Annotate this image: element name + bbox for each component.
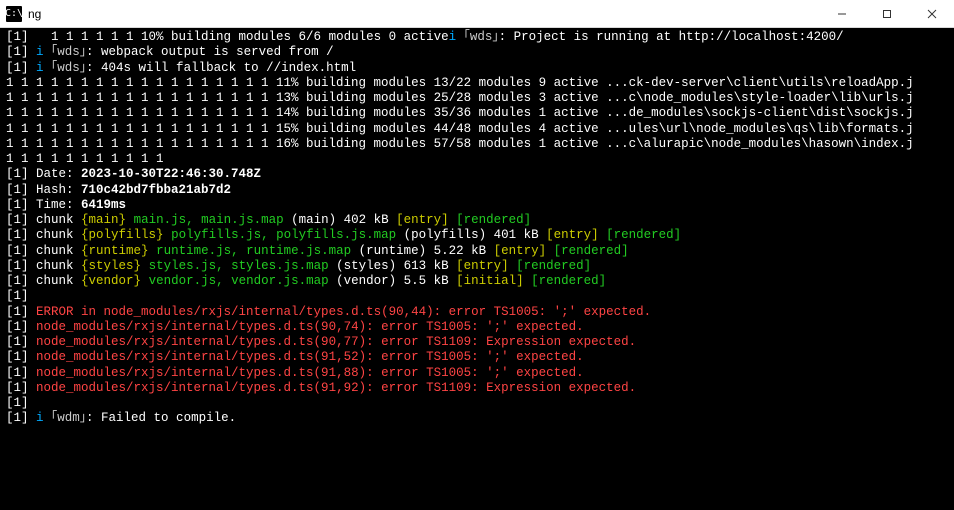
build-time-line: [1] Time: 6419ms [6,198,954,213]
build-hash-line: [1] Hash: 710c42bd7fbba21ab7d2 [6,183,954,198]
error-line: [1] node_modules/rxjs/internal/types.d.t… [6,320,954,335]
wds-output-line: [1] i ｢wds｣: webpack output is served fr… [6,45,954,60]
window-controls [819,0,954,28]
terminal-icon: C:\ [6,6,22,22]
build-date-line: [1] Date: 2023-10-30T22:46:30.748Z [6,167,954,182]
terminal-output[interactable]: [1] 1 1 1 1 1 1 10% building modules 6/6… [0,28,954,510]
window-titlebar: C:\ ng [0,0,954,28]
chunk-line: [1] chunk {polyfills} polyfills.js, poly… [6,228,954,243]
build-progress-line: 1 1 1 1 1 1 1 1 1 1 1 1 1 1 1 1 1 1 14% … [6,106,954,121]
chunk-line: [1] chunk {main} main.js, main.js.map (m… [6,213,954,228]
build-progress-line: 1 1 1 1 1 1 1 1 1 1 1 [6,152,954,167]
error-line: [1] node_modules/rxjs/internal/types.d.t… [6,350,954,365]
error-line: [1] node_modules/rxjs/internal/types.d.t… [6,335,954,350]
close-button[interactable] [909,0,954,28]
chunk-line: [1] chunk {vendor} vendor.js, vendor.js.… [6,274,954,289]
blank-line: [1] [6,289,954,304]
build-progress-line: 1 1 1 1 1 1 1 1 1 1 1 1 1 1 1 1 1 1 15% … [6,122,954,137]
build-progress-line: 1 1 1 1 1 1 1 1 1 1 1 1 1 1 1 1 1 1 13% … [6,91,954,106]
chunk-line: [1] chunk {runtime} runtime.js, runtime.… [6,244,954,259]
blank-line: [1] [6,396,954,411]
chunk-line: [1] chunk {styles} styles.js, styles.js.… [6,259,954,274]
error-line: [1] ERROR in node_modules/rxjs/internal/… [6,305,954,320]
wds-404-line: [1] i ｢wds｣: 404s will fallback to //ind… [6,61,954,76]
maximize-button[interactable] [864,0,909,28]
titlebar-left: C:\ ng [0,6,41,22]
error-line: [1] node_modules/rxjs/internal/types.d.t… [6,381,954,396]
build-progress-line: 1 1 1 1 1 1 1 1 1 1 1 1 1 1 1 1 1 1 11% … [6,76,954,91]
minimize-button[interactable] [819,0,864,28]
build-progress-line: [1] 1 1 1 1 1 1 10% building modules 6/6… [6,30,954,45]
window-title: ng [28,7,41,21]
compile-failed-line: [1] i ｢wdm｣: Failed to compile. [6,411,954,426]
error-line: [1] node_modules/rxjs/internal/types.d.t… [6,366,954,381]
build-progress-line: 1 1 1 1 1 1 1 1 1 1 1 1 1 1 1 1 1 1 16% … [6,137,954,152]
